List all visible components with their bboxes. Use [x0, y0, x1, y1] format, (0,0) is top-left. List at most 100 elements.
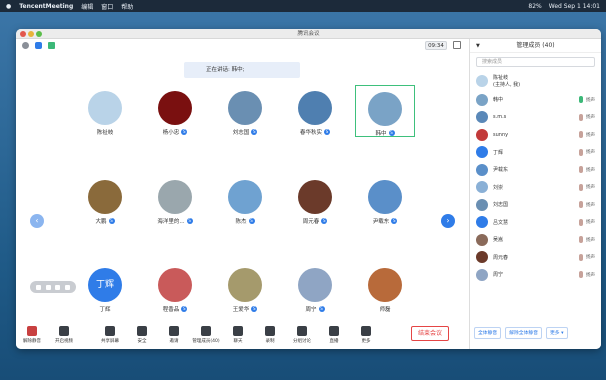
member-name: 陈祉岐 (主持人, 我) [493, 75, 521, 88]
participant-tile[interactable]: 陈祉岐 [75, 85, 135, 137]
member-search-input[interactable]: 搜索成员 [476, 57, 595, 67]
participant-name: 陈杰 [235, 219, 247, 225]
app-name[interactable]: TencentMeeting [19, 3, 73, 10]
member-row[interactable]: 刘志国 扬声 [470, 196, 601, 214]
member-name: sunny [493, 131, 509, 138]
participant-tile[interactable]: 尹载东 S [355, 174, 415, 226]
toolbar-button[interactable]: 分组讨论 [286, 326, 318, 344]
member-status: 扬声 [586, 97, 595, 103]
participant-name: 尹载东 [372, 219, 390, 225]
avatar [368, 92, 402, 126]
gallery-view-icon[interactable] [55, 284, 61, 290]
member-row[interactable]: 丁辉 扬声 [470, 144, 601, 162]
member-name: 周宁 [493, 272, 504, 279]
toolbar-button[interactable]: 共享屏幕 [94, 326, 126, 344]
member-status: 扬声 [586, 237, 595, 243]
breakout-icon [297, 326, 307, 336]
menu-edit[interactable]: 编辑 [81, 2, 93, 11]
participant-tile[interactable]: 刘志国 S [215, 85, 275, 137]
toolbar-button[interactable]: 录制 [254, 326, 286, 344]
member-row[interactable]: 尹载东 扬声 [470, 161, 601, 179]
video-grid-area: 09:34 正在讲话: 韩中; 陈祉岐 杨小忠 S 刘志国 S 春华秋实 S 韩中 S 大鹏 S 海洋… [16, 39, 469, 349]
toolbar-button[interactable]: 邀请 [158, 326, 190, 344]
apple-icon[interactable]: ● [6, 3, 11, 10]
next-page-button[interactable]: › [441, 214, 455, 228]
participant-tile[interactable]: 韩中 S [355, 85, 415, 137]
toolbar-button[interactable]: 解除静音 [16, 326, 48, 344]
view-switcher[interactable] [30, 281, 76, 293]
mic-icon[interactable] [579, 113, 583, 121]
minimize-window-button[interactable] [28, 31, 34, 37]
members-panel-header: ▼ 管理成员 (40) [470, 39, 601, 53]
close-window-button[interactable] [20, 31, 26, 37]
toolbar-button[interactable]: 开启视频 [48, 326, 80, 344]
mic-icon[interactable] [579, 236, 583, 244]
live-icon [329, 326, 339, 336]
prev-page-button[interactable]: ‹ [30, 214, 44, 228]
mic-icon[interactable] [579, 201, 583, 209]
avatar [368, 180, 402, 214]
mic-icon[interactable] [579, 183, 583, 191]
participant-tile[interactable]: 春华秋实 S [285, 85, 345, 137]
participant-name: 丁辉 [99, 307, 111, 313]
menu-window[interactable]: 窗口 [101, 2, 113, 11]
collapse-icon[interactable]: ▼ [476, 39, 480, 53]
participant-tile[interactable]: 杨小忠 S [145, 85, 205, 137]
participant-tile[interactable]: 王爱华 S [215, 262, 275, 314]
member-row[interactable]: 刘崇 扬声 [470, 179, 601, 197]
shield-icon[interactable] [35, 42, 42, 49]
participant-tile[interactable]: 陈杰 S [215, 174, 275, 226]
participant-tile[interactable]: 海洋里的... S [145, 174, 205, 226]
signal-icon[interactable] [48, 42, 55, 49]
toolbar-button[interactable]: 聊天 [222, 326, 254, 344]
member-row[interactable]: s.m.s 扬声 [470, 109, 601, 127]
participant-name: 海洋里的... [157, 219, 185, 225]
mic-icon[interactable] [579, 131, 583, 139]
member-row[interactable]: 周宁 扬声 [470, 266, 601, 284]
expand-icon[interactable] [64, 284, 70, 290]
participant-name: 周宁 [305, 307, 317, 313]
toolbar-label: 安全 [137, 339, 147, 344]
participant-tile[interactable]: 大鹏 S [75, 174, 135, 226]
member-status: 扬声 [586, 272, 595, 278]
toolbar-button[interactable]: 直播 [318, 326, 350, 344]
mic-icon[interactable] [579, 253, 583, 261]
meeting-window: 腾讯会议 09:34 正在讲话: 韩中; 陈祉岐 杨小忠 S 刘志国 S 春华秋实 S 韩中 S… [16, 29, 601, 349]
member-row[interactable]: sunny 扬声 [470, 126, 601, 144]
mic-icon[interactable] [579, 96, 583, 104]
member-row[interactable]: 周元春 扬声 [470, 249, 601, 267]
mic-icon[interactable] [579, 166, 583, 174]
member-row[interactable]: 陈祉岐 (主持人, 我) [470, 71, 601, 91]
grid-view-icon[interactable] [36, 284, 42, 290]
mic-icon[interactable] [579, 218, 583, 226]
menu-help[interactable]: 帮助 [121, 2, 133, 11]
fullscreen-icon[interactable] [453, 41, 461, 49]
toolbar-button[interactable]: 更多 [350, 326, 382, 344]
more-options-button[interactable]: 更多 ▾ [546, 327, 568, 339]
role-badge-icon: S [108, 218, 115, 224]
toolbar-button[interactable]: 安全 [126, 326, 158, 344]
participant-tile[interactable]: 师磊 [355, 262, 415, 314]
member-status: 扬声 [586, 167, 595, 173]
member-status: 扬声 [586, 255, 595, 261]
member-row[interactable]: 吴嵩 扬声 [470, 231, 601, 249]
avatar [228, 268, 262, 302]
participant-tile[interactable]: 周元春 S [285, 174, 345, 226]
mic-icon[interactable] [579, 271, 583, 279]
toolbar-label: 共享屏幕 [101, 339, 119, 344]
speaker-view-icon[interactable] [45, 284, 51, 290]
unmute-all-button[interactable]: 解除全体静音 [505, 327, 542, 339]
participant-tile[interactable]: 丁辉 丁辉 [75, 262, 135, 314]
end-meeting-button[interactable]: 结束会议 [411, 326, 449, 341]
member-row[interactable]: 吕文慧 扬声 [470, 214, 601, 232]
participant-tile[interactable]: 程香品 S [145, 262, 205, 314]
info-icon[interactable] [22, 42, 29, 49]
member-row[interactable]: 韩中 扬声 [470, 91, 601, 109]
participant-tile[interactable]: 周宁 S [285, 262, 345, 314]
toolbar-button[interactable]: 管理成员(40) [190, 326, 222, 344]
zoom-window-button[interactable] [36, 31, 42, 37]
meeting-timer: 09:34 [425, 41, 447, 50]
member-status: 扬声 [586, 185, 595, 191]
mute-all-button[interactable]: 全体静音 [474, 327, 502, 339]
mic-icon[interactable] [579, 148, 583, 156]
